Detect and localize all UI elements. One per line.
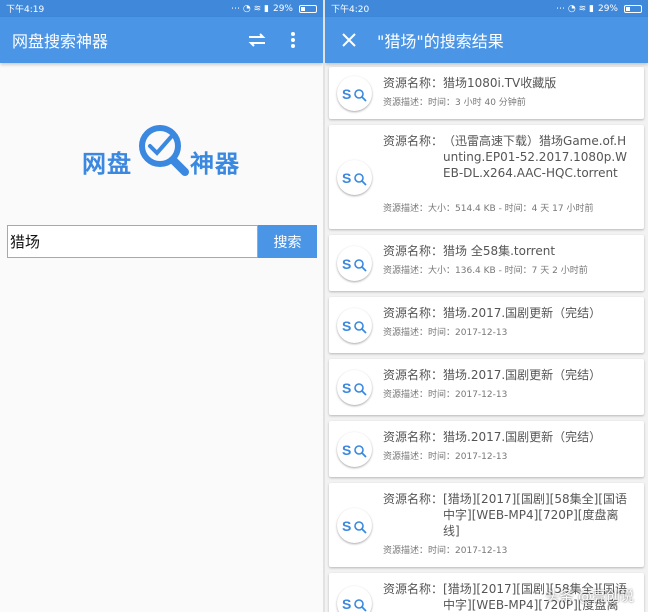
svg-text:S: S — [342, 256, 351, 272]
status-icons: ⋯ ◔ ≋ ▮ 29% — [556, 4, 642, 14]
app-logo: 网盘 神器 — [78, 120, 248, 180]
result-desc-label: 资源描述： — [383, 266, 429, 276]
search-logo-icon: S — [337, 370, 372, 405]
result-card[interactable]: S 资源名称： （迅雷高速下载）猎场Game.of.Hunting.EP01-52.… — [329, 125, 644, 229]
battery-icon — [299, 4, 317, 13]
result-card[interactable]: S 资源名称： 猎场 全58集.torrent 资源描述：大小：136.4 KB - … — [329, 235, 644, 291]
result-desc-label: 资源描述： — [383, 452, 429, 462]
signal-icon: ⋯ ◔ ≋ ▮ — [556, 3, 594, 14]
status-time: 下午4:20 — [331, 5, 370, 15]
search-input[interactable] — [7, 225, 258, 258]
result-name: 资源名称： 猎场.2017.国剧更新（完结） — [383, 305, 630, 321]
search-logo-icon: S — [337, 308, 372, 343]
app-title: 网盘搜索神器 — [12, 32, 109, 51]
svg-text:S: S — [342, 86, 351, 102]
result-name: 资源名称： （迅雷高速下载）猎场Game.of.Hunting.EP01-52.2… — [383, 133, 630, 181]
result-name-label: 资源名称： — [383, 306, 444, 320]
watermark: 头条 @亮创说 — [545, 589, 634, 605]
result-desc: 资源描述：大小：136.4 KB - 时间：7 天 2 小时前 — [383, 263, 588, 276]
magnifier-check-icon — [139, 125, 189, 176]
svg-text:S: S — [342, 170, 351, 186]
result-name: 资源名称： 猎场.2017.国剧更新（完结） — [383, 429, 630, 445]
app-bar: 网盘搜索神器 — [0, 17, 323, 63]
result-name-label: 资源名称： — [383, 368, 444, 382]
result-card[interactable]: S 资源名称： 猎场.2017.国剧更新（完结） 资源描述：时间：2017-12-13 — [329, 421, 644, 477]
svg-text:S: S — [342, 442, 351, 458]
result-desc: 资源描述：大小：514.4 KB - 时间：4 天 17 小时前 — [383, 201, 593, 214]
result-desc: 资源描述：时间：2017-12-13 — [383, 325, 507, 338]
search-bar: 搜索 — [7, 225, 317, 258]
result-desc-value: 大小：514.4 KB - 时间：4 天 17 小时前 — [428, 204, 594, 214]
search-logo-icon: S — [337, 76, 372, 111]
search-logo-icon: S — [337, 432, 372, 467]
signal-icon: ⋯ ◔ ≋ ▮ — [231, 3, 269, 14]
result-name-label: 资源名称： — [383, 430, 444, 444]
search-button[interactable]: 搜索 — [258, 225, 317, 258]
battery-icon — [624, 4, 642, 13]
result-desc-value: 时间：2017-12-13 — [428, 390, 508, 400]
logo-text-right: 神器 — [190, 150, 240, 178]
close-icon[interactable] — [331, 22, 367, 58]
search-logo-icon: S — [337, 160, 372, 195]
result-desc-label: 资源描述： — [383, 204, 429, 214]
result-name-label: 资源名称： — [383, 76, 444, 90]
result-name: 资源名称： 猎场 全58集.torrent — [383, 243, 630, 259]
logo-text-left: 网盘 — [82, 150, 132, 178]
result-name-value: 猎场 全58集.torrent — [443, 244, 556, 258]
result-name: 资源名称： [猎场][2017][国剧][58集全][国语中字][WEB-MP4]… — [383, 491, 630, 539]
result-card[interactable]: S 资源名称： 猎场.2017.国剧更新（完结） 资源描述：时间：2017-12-13 — [329, 359, 644, 415]
result-name-label: 资源名称： — [383, 134, 444, 148]
result-name: 资源名称： 猎场.2017.国剧更新（完结） — [383, 367, 630, 383]
result-desc-label: 资源描述： — [383, 546, 429, 556]
result-desc: 资源描述：时间：3 小时 40 分钟前 — [383, 95, 526, 108]
result-name-label: 资源名称： — [383, 492, 444, 506]
status-bar: 下午4:19 ⋯ ◔ ≋ ▮ 29% — [0, 0, 323, 17]
search-logo-icon: S — [337, 246, 372, 281]
result-name-value: 猎场1080i.TV收藏版 — [443, 76, 557, 90]
app-bar: "猎场"的搜索结果 — [325, 17, 648, 63]
search-logo-icon: S — [337, 586, 372, 612]
svg-text:S: S — [342, 596, 351, 612]
status-bar: 下午4:20 ⋯ ◔ ≋ ▮ 29% — [325, 0, 648, 17]
result-desc: 资源描述：时间：2017-12-13 — [383, 387, 507, 400]
result-desc-label: 资源描述： — [383, 390, 429, 400]
status-time: 下午4:19 — [6, 5, 45, 15]
svg-text:S: S — [342, 518, 351, 534]
result-desc-label: 资源描述： — [383, 98, 429, 108]
result-name-label: 资源名称： — [383, 244, 444, 258]
result-desc-value: 时间：2017-12-13 — [428, 546, 508, 556]
result-name: 资源名称： 猎场1080i.TV收藏版 — [383, 75, 630, 91]
result-name-value: [猎场][2017][国剧][58集全][国语中字][WEB-MP4][720P… — [443, 492, 627, 538]
result-name-label: 资源名称： — [383, 582, 444, 596]
result-name-value: 猎场.2017.国剧更新（完结） — [443, 368, 602, 382]
result-name-value: 猎场.2017.国剧更新（完结） — [443, 430, 602, 444]
results-title: "猎场"的搜索结果 — [377, 32, 504, 51]
status-icons: ⋯ ◔ ≋ ▮ 29% — [231, 4, 317, 14]
svg-text:S: S — [342, 318, 351, 334]
results-screen: 下午4:20 ⋯ ◔ ≋ ▮ 29% "猎场"的搜索结果 S 资源名称： 猎场108… — [325, 0, 648, 612]
result-desc-value: 大小：136.4 KB - 时间：7 天 2 小时前 — [428, 266, 588, 276]
result-name-value: 猎场.2017.国剧更新（完结） — [443, 306, 602, 320]
search-logo-icon: S — [337, 508, 372, 543]
result-desc-label: 资源描述： — [383, 328, 429, 338]
result-card[interactable]: S 资源名称： [猎场][2017][国剧][58集全][国语中字][WEB-MP4… — [329, 483, 644, 567]
result-desc-value: 时间：2017-12-13 — [428, 328, 508, 338]
result-desc: 资源描述：时间：2017-12-13 — [383, 449, 507, 462]
battery-percent: 29% — [272, 3, 293, 14]
battery-percent: 29% — [597, 3, 618, 14]
more-vert-icon[interactable] — [275, 22, 311, 58]
swap-icon[interactable] — [239, 22, 275, 58]
svg-text:S: S — [342, 380, 351, 396]
result-card[interactable]: S 资源名称： 猎场1080i.TV收藏版 资源描述：时间：3 小时 40 分钟前 — [329, 67, 644, 119]
result-card[interactable]: S 资源名称： 猎场.2017.国剧更新（完结） 资源描述：时间：2017-12-13 — [329, 297, 644, 353]
result-name-value: （迅雷高速下载）猎场Game.of.Hunting.EP01-52.2017.1… — [443, 134, 627, 180]
result-desc: 资源描述：时间：2017-12-13 — [383, 543, 507, 556]
result-desc-value: 时间：2017-12-13 — [428, 452, 508, 462]
result-desc-value: 时间：3 小时 40 分钟前 — [428, 98, 526, 108]
home-screen: 下午4:19 ⋯ ◔ ≋ ▮ 29% 网盘搜索神器 网盘 神器 搜索 — [0, 0, 323, 612]
